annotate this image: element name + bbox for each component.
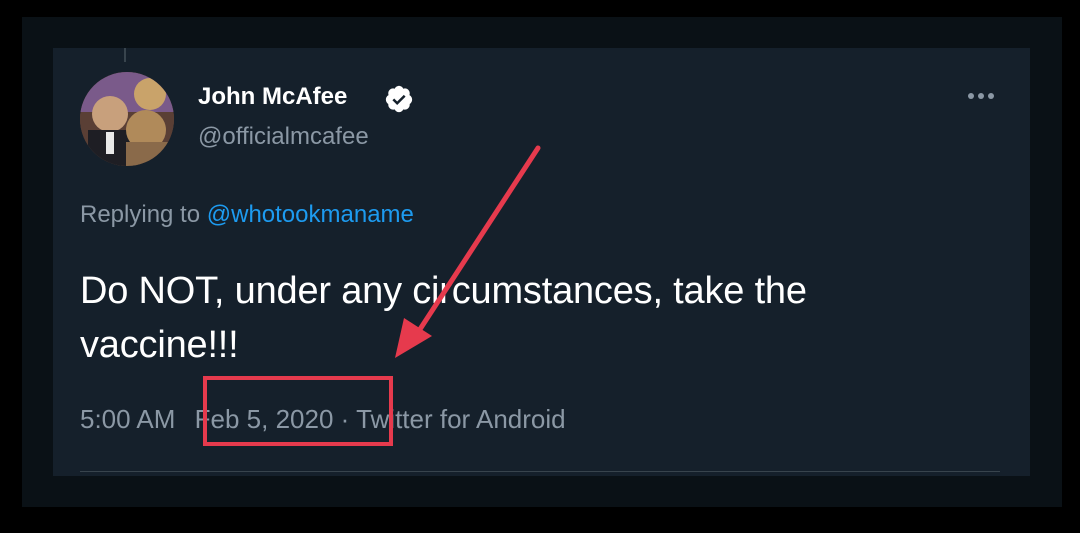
replying-to-label: Replying to <box>80 201 207 228</box>
tweet-text-line: vaccine!!! <box>80 324 239 366</box>
tweet-text: Do NOT, under any circumstances, take th… <box>80 264 1000 372</box>
replying-to-line: Replying to @whotookmaname <box>80 201 414 229</box>
avatar-image <box>80 72 174 166</box>
divider <box>80 471 1000 472</box>
tweet-time[interactable]: 5:00 AM <box>80 404 175 434</box>
avatar[interactable] <box>80 72 174 166</box>
more-options-icon[interactable] <box>964 84 998 108</box>
tweet-text-line: Do NOT, under any circumstances, take th… <box>80 270 807 312</box>
reply-mention-link[interactable]: @whotookmaname <box>207 201 414 228</box>
thread-connector-line <box>124 48 126 62</box>
author-handle[interactable]: @officialmcafee <box>198 123 369 151</box>
verified-badge-icon <box>385 85 413 113</box>
author-display-name[interactable]: John McAfee <box>198 83 347 111</box>
date-highlight-box <box>203 376 393 446</box>
